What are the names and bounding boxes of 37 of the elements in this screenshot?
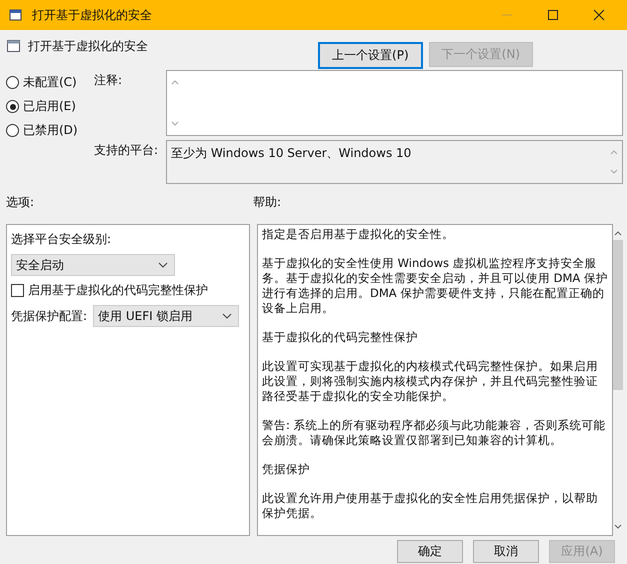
radio-option[interactable]: 未配置(C) [6, 74, 86, 91]
close-icon[interactable] [593, 9, 605, 21]
policy-icon [6, 38, 22, 54]
scroll-up-icon[interactable] [614, 230, 622, 236]
comment-label: 注释: [94, 72, 124, 89]
scroll-up-icon[interactable] [171, 79, 179, 85]
policy-icon [8, 7, 24, 23]
help-paragraph: 凭据保护 [262, 462, 311, 477]
platform-label: 支持的平台: [94, 142, 160, 159]
help-paragraph: 此设置允许用户使用基于虚拟化的安全性启用凭据保护，以帮助保护凭据。 [262, 491, 599, 521]
checkbox-option[interactable]: 启用基于虚拟化的代码完整性保护 [11, 282, 208, 299]
setting-title: 打开基于虚拟化的安全 [28, 38, 148, 55]
radio-option[interactable]: 已启用(E) [6, 98, 86, 115]
help-paragraph: 基于虚拟化的安全性使用 Windows 虚拟机监控程序支持安全服务。基于虚拟化的安全性需要安全启动，并且可以使用 DMA 保护进行有选择的启用。DMA 保护需要硬件支持，只能在配置正确的设备上启用。 [262, 256, 608, 316]
maximize-icon[interactable] [547, 9, 559, 21]
chevron-down-icon [158, 262, 168, 268]
security-level-dropdown[interactable]: 安全启动 [11, 254, 175, 276]
scroll-down-icon[interactable] [614, 524, 622, 530]
help-label: 帮助: [253, 194, 282, 211]
previous-setting-button[interactable]: 上一个设置(P) [318, 42, 423, 69]
chevron-down-icon [222, 313, 232, 319]
platform-value: 至少为 Windows 10 Server、Windows 10 [171, 145, 412, 162]
comment-field[interactable] [166, 70, 623, 136]
option-label: 选择平台安全级别: [11, 231, 112, 248]
help-paragraph: 此设置可实现基于虚拟化的内核模式代码完整性保护。如果启用此设置，则将强制实施内核模式内存保护，并且代码完整性验证路径受基于虚拟化的安全功能保护。 [262, 359, 599, 404]
cancel-button[interactable]: 取消 [473, 540, 539, 563]
scroll-down-icon[interactable] [171, 121, 179, 127]
help-paragraph: 警告: 系统上的所有驱动程序都必须与此功能兼容，否则系统可能会崩溃。请确保此策略设置仅部署到已知兼容的计算机。 [262, 418, 607, 448]
scroll-thumb[interactable] [613, 240, 623, 390]
ok-button[interactable]: 确定 [397, 540, 463, 563]
help-paragraph: 指定是否启用基于虚拟化的安全性。 [262, 227, 455, 242]
options-label: 选项: [6, 194, 36, 211]
credential-config-dropdown[interactable]: 使用 UEFI 锁启用 [93, 305, 240, 327]
radio-option[interactable]: 已禁用(D) [6, 122, 86, 139]
window-title: 打开基于虚拟化的安全 [32, 6, 153, 24]
help-paragraph: 基于虚拟化的代码完整性保护 [262, 330, 419, 345]
option-label: 凭据保护配置: [11, 308, 88, 324]
